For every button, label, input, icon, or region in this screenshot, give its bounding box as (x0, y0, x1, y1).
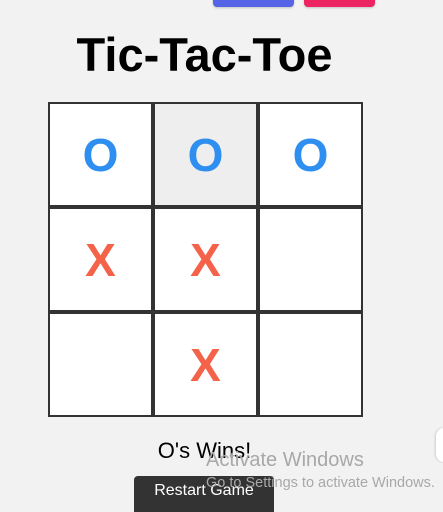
mark-o: O (82, 128, 119, 181)
board-cell[interactable]: X (48, 207, 153, 312)
mark-o: O (187, 128, 224, 181)
mark-x: X (190, 338, 221, 391)
page-title: Tic-Tac-Toe (76, 28, 333, 81)
board-cell[interactable]: O (153, 102, 258, 207)
game-board: OOOXXX (48, 102, 364, 418)
top-nav-button-blue[interactable] (213, 0, 294, 7)
board-cell[interactable]: X (153, 312, 258, 417)
board-cell[interactable]: O (48, 102, 153, 207)
board-cell[interactable]: X (153, 207, 258, 312)
mark-o: O (292, 128, 329, 181)
mark-x: X (190, 233, 221, 286)
side-panel-tab[interactable] (436, 428, 443, 462)
mark-x: X (85, 233, 116, 286)
board-cell[interactable] (48, 312, 153, 417)
restart-game-button[interactable]: Restart Game (134, 476, 274, 512)
board-cell[interactable] (258, 207, 363, 312)
board-cell[interactable]: O (258, 102, 363, 207)
game-status: O's Wins! (157, 438, 252, 463)
top-nav-button-pink[interactable] (304, 0, 375, 7)
board-cell[interactable] (258, 312, 363, 417)
